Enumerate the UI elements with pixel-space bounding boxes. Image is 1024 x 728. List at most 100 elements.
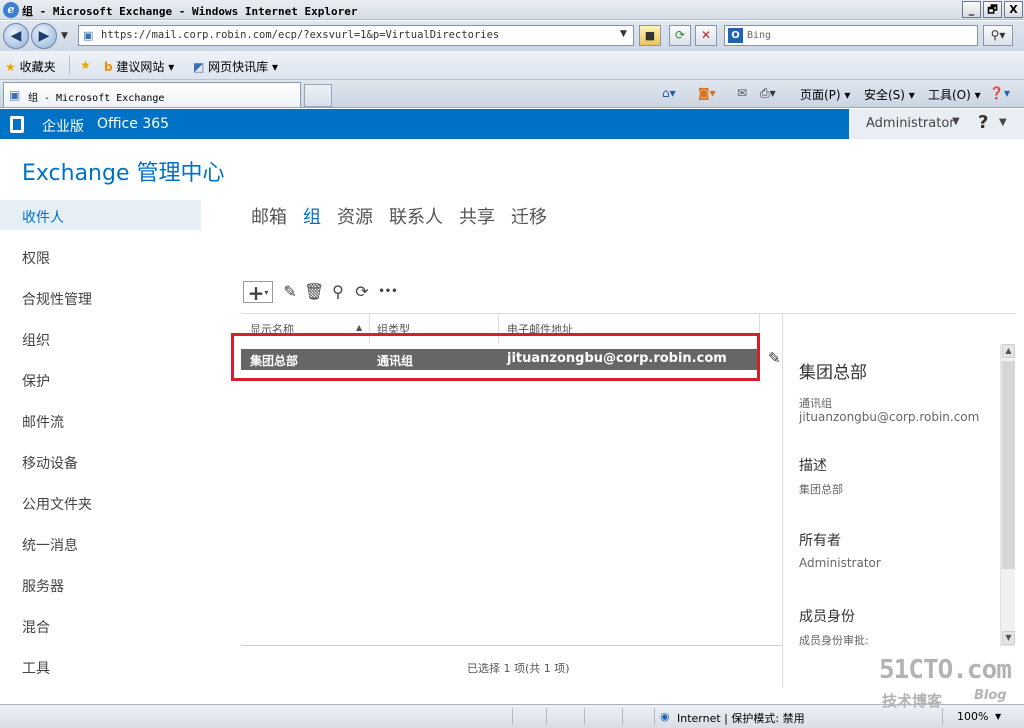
suggested-sites-link[interactable]: b 建议网站 ▾ — [104, 58, 174, 75]
security-lock-button[interactable]: ■ — [639, 25, 661, 46]
back-arrow-icon: ◀ — [10, 28, 22, 44]
trash-icon: 🗑 — [304, 282, 325, 301]
web-slice-label: 网页快讯库 ▾ — [208, 60, 279, 74]
new-tab-button[interactable] — [304, 84, 332, 107]
page-menu[interactable]: 页面(P) ▾ — [800, 86, 850, 103]
stop-button[interactable]: ✕ — [695, 25, 717, 46]
status-divider — [654, 708, 655, 725]
add-favorite-icon[interactable]: ★ — [80, 58, 91, 72]
status-divider — [512, 708, 513, 725]
zoom-level[interactable]: 100% — [957, 710, 988, 723]
feeds-icon[interactable]: ◙▾ — [698, 86, 716, 100]
tools-menu[interactable]: 工具(O) ▾ — [928, 86, 981, 103]
lock-icon: ■ — [644, 29, 656, 42]
watermark-logo: 51CTO.com — [879, 655, 1012, 685]
nav-mail-flow[interactable]: 邮件流 — [22, 412, 64, 432]
favorites-button[interactable]: ★ 收藏夹 — [5, 58, 56, 75]
details-desc-value: 集团总部 — [799, 483, 843, 496]
watermark-blog: Blog — [974, 688, 1007, 703]
delete-button[interactable]: 🗑 — [304, 281, 324, 303]
window-title-bar: e 组 - Microsoft Exchange - Windows Inter… — [0, 0, 1024, 20]
tab-groups[interactable]: 组 — [303, 203, 321, 229]
tab-bar: ▣ 组 - Microsoft Exchange ⌂▾ ◙▾ ✉ ⎙▾ 页面(P… — [0, 80, 1024, 108]
search-button[interactable]: ⚲ — [328, 281, 348, 303]
address-dropdown-icon[interactable]: ▼ — [620, 29, 627, 39]
edition-label[interactable]: 企业版 — [42, 116, 84, 136]
mail-icon[interactable]: ✉ — [737, 86, 747, 100]
suggested-sites-label: 建议网站 ▾ — [116, 60, 175, 74]
details-pane-divider — [782, 313, 783, 688]
new-button[interactable]: +▾ — [243, 281, 273, 305]
user-menu[interactable]: Administrator ▼ ? ▼ — [849, 109, 1024, 139]
chevron-down-icon: ▼ — [999, 117, 1007, 128]
chevron-down-icon: ▾ — [264, 288, 269, 297]
nav-compliance[interactable]: 合规性管理 — [22, 289, 92, 309]
web-slice-gallery-link[interactable]: ◩ 网页快讯库 ▾ — [193, 58, 278, 75]
more-button[interactable]: ••• — [376, 281, 400, 303]
search-placeholder: Bing — [747, 30, 772, 41]
tab-shared[interactable]: 共享 — [459, 203, 495, 229]
details-pane-top-border — [783, 313, 1015, 314]
chevron-down-icon: ▼ — [952, 116, 960, 127]
tab-resources[interactable]: 资源 — [337, 203, 373, 229]
restore-button[interactable]: 🗗 — [983, 1, 1002, 18]
tab-mailboxes[interactable]: 邮箱 — [251, 203, 287, 229]
nav-mobile[interactable]: 移动设备 — [22, 453, 78, 473]
address-toolbar: ◀ ▶ ▼ ▣ https://mail.corp.robin.com/ecp/… — [0, 21, 1024, 51]
help-button[interactable]: ? — [978, 112, 988, 133]
nav-tools[interactable]: 工具 — [22, 658, 50, 678]
pencil-icon[interactable]: ✎ — [768, 349, 781, 367]
refresh-button[interactable]: ⟳ — [669, 25, 691, 46]
browser-tab[interactable]: ▣ 组 - Microsoft Exchange — [3, 82, 301, 107]
search-button[interactable]: ⚲▾ — [983, 25, 1013, 46]
pencil-icon: ✎ — [283, 282, 297, 301]
safety-menu[interactable]: 安全(S) ▾ — [864, 86, 915, 103]
nav-protection[interactable]: 保护 — [22, 371, 50, 391]
left-nav: 收件人 权限 合规性管理 组织 保护 邮件流 移动设备 公用文件夹 统一消息 服… — [0, 200, 201, 690]
forward-button[interactable]: ▶ — [31, 23, 57, 49]
history-dropdown-icon[interactable]: ▼ — [61, 31, 68, 41]
nav-permissions[interactable]: 权限 — [22, 248, 50, 268]
scroll-down-icon[interactable]: ▼ — [1002, 631, 1015, 645]
nav-organization[interactable]: 组织 — [22, 330, 50, 350]
url-text: https://mail.corp.robin.com/ecp/?exsvurl… — [101, 29, 500, 41]
nav-public-folders[interactable]: 公用文件夹 — [22, 494, 92, 514]
search-icon: ⚲▾ — [990, 28, 1006, 42]
print-icon[interactable]: ⎙▾ — [760, 86, 776, 101]
add-icon: + — [247, 281, 265, 305]
edit-button[interactable]: ✎ — [280, 281, 300, 303]
home-icon[interactable]: ⌂▾ — [662, 86, 676, 100]
minimize-button[interactable]: _ — [962, 1, 981, 18]
forward-arrow-icon: ▶ — [38, 28, 50, 44]
selection-status: 已选择 1 项(共 1 项) — [467, 662, 570, 675]
details-scrollbar[interactable]: ▲ ▼ — [1000, 344, 1015, 647]
tab-migration[interactable]: 迁移 — [511, 203, 547, 229]
scroll-thumb[interactable] — [1002, 361, 1015, 569]
back-button[interactable]: ◀ — [3, 23, 29, 49]
close-window-button[interactable]: X — [1004, 1, 1023, 18]
nav-hybrid[interactable]: 混合 — [22, 617, 50, 637]
refresh-button[interactable]: ⟳ — [352, 281, 372, 303]
chevron-down-icon[interactable]: ▼ — [995, 712, 1001, 721]
security-zone: Internet | 保护模式: 禁用 — [677, 712, 805, 725]
details-membership-label: 成员身份 — [799, 609, 855, 625]
tab-title: 组 - Microsoft Exchange — [28, 93, 165, 104]
details-desc-label: 描述 — [799, 458, 827, 474]
tab-contacts[interactable]: 联系人 — [389, 203, 443, 229]
nav-servers[interactable]: 服务器 — [22, 576, 64, 596]
page-title: Exchange 管理中心 — [22, 161, 225, 186]
grid-footer-divider — [241, 645, 783, 646]
status-divider — [622, 708, 623, 725]
search-input[interactable]: O Bing — [724, 25, 978, 46]
help-icon[interactable]: ❓▾ — [989, 86, 1010, 100]
nav-recipients[interactable]: 收件人 — [22, 207, 64, 227]
details-email: jituanzongbu@corp.robin.com — [799, 410, 980, 424]
watermark-text: 技术博客 — [882, 692, 943, 710]
status-divider — [584, 708, 585, 725]
office365-link[interactable]: Office 365 — [97, 116, 169, 132]
nav-unified-messaging[interactable]: 统一消息 — [22, 535, 78, 555]
stop-icon: ✕ — [700, 28, 712, 42]
address-field[interactable]: ▣ https://mail.corp.robin.com/ecp/?exsvu… — [78, 25, 634, 46]
details-owner-label: 所有者 — [799, 533, 841, 549]
scroll-up-icon[interactable]: ▲ — [1002, 344, 1015, 358]
